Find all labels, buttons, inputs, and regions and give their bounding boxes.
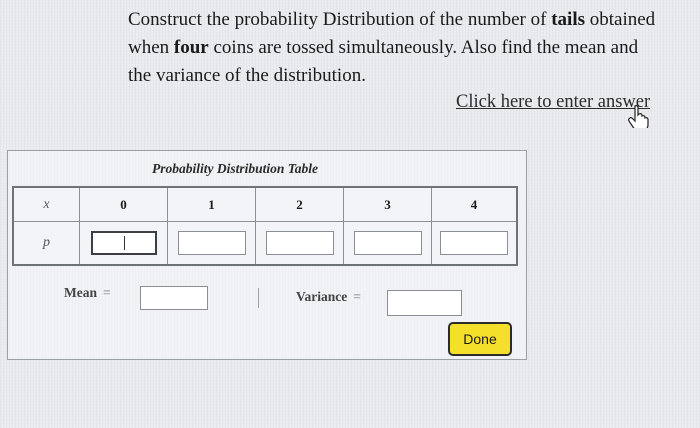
question-line3: the variance of the distribution. [128,65,366,86]
separator [258,288,259,308]
question-bold-four: four [173,37,209,58]
mean-label: Mean = [64,285,111,301]
p-input-4[interactable] [440,231,508,255]
p-row-header: p [14,222,80,264]
question-text-part: Construct the probability Distribution o… [128,9,552,30]
p-value-cell [344,222,432,264]
p-value-cell [256,222,344,264]
table-title: Probability Distribution Table [152,161,319,176]
text-caret [123,236,125,250]
done-button[interactable]: Done [448,322,512,356]
x-value-cell: 0 [80,188,168,222]
question-text-part: when [128,37,174,58]
mean-equals: = [103,285,111,300]
p-label: p [43,235,50,250]
x-value-cell: 2 [256,188,344,222]
question-bold-tails: tails [551,9,585,30]
x-value: 0 [120,196,127,212]
x-value-cell: 4 [432,188,516,222]
enter-answer-link[interactable]: Click here to enter answer [456,92,650,113]
variance-label-text: Variance [296,289,348,304]
question-line1: Construct the probability Distribution o… [128,9,655,30]
hand-pointer-icon [628,105,649,128]
p-input-2[interactable] [265,231,334,255]
mean-input[interactable] [140,286,208,310]
question-line2: when four coins are tossed simultaneousl… [128,37,638,58]
probability-distribution-table: x 0 1 2 3 4 p [12,186,518,266]
question-text-part: coins are tossed simultaneously. Also fi… [208,37,639,58]
p-value-cell [168,222,256,264]
x-value: 4 [470,196,478,212]
p-input-1[interactable] [177,231,246,255]
x-label: x [43,196,50,212]
question-text-part: obtained [585,9,656,30]
x-value: 3 [384,196,391,212]
x-value: 1 [208,196,215,212]
x-value-cell: 1 [168,188,256,222]
p-input-0[interactable] [90,231,157,255]
p-value-cell [80,222,168,264]
variance-label: Variance = [296,289,361,305]
variance-input[interactable] [387,290,462,316]
question-text: Construct the probability Distribution o… [128,6,694,90]
x-value-cell: 3 [344,188,432,222]
p-input-3[interactable] [353,231,422,255]
p-value-cell [432,222,516,264]
x-row-header: x [14,188,80,222]
x-value: 2 [296,196,303,212]
mean-label-text: Mean [64,285,97,300]
variance-equals: = [353,289,361,304]
